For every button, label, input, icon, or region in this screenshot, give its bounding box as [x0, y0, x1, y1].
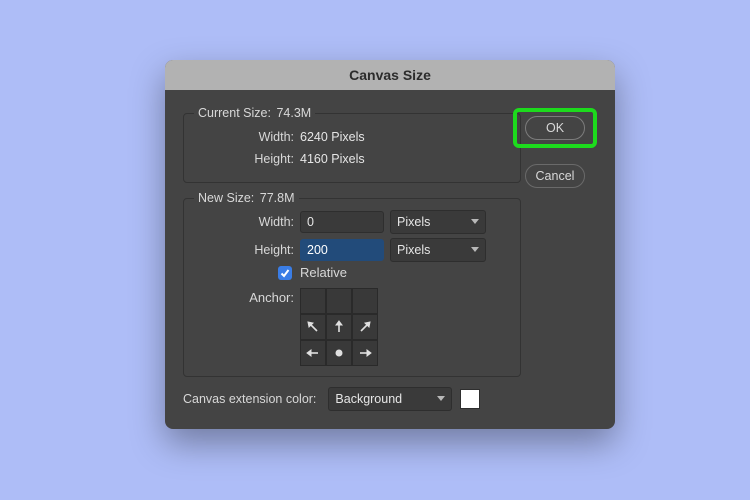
canvas-size-dialog: Canvas Size OK Cancel Current Size: 74.3…	[165, 60, 615, 429]
dialog-title: Canvas Size	[165, 60, 615, 90]
new-width-label: Width:	[194, 215, 300, 229]
anchor-cell-e[interactable]	[352, 340, 378, 366]
current-size-fieldset: Current Size: 74.3M Width: 6240 Pixels H…	[183, 106, 521, 183]
anchor-grid[interactable]	[300, 288, 376, 364]
anchor-cell[interactable]	[326, 288, 352, 314]
anchor-cell[interactable]	[300, 288, 326, 314]
extension-color-select[interactable]: Background	[328, 387, 452, 411]
current-size-legend: Current Size: 74.3M	[194, 106, 315, 120]
current-width-label: Width:	[194, 130, 300, 144]
ok-button[interactable]: OK	[525, 116, 585, 140]
anchor-cell-n[interactable]	[326, 314, 352, 340]
relative-checkbox[interactable]	[278, 266, 292, 280]
chevron-down-icon	[471, 219, 479, 224]
current-width-value: 6240 Pixels	[300, 130, 365, 144]
anchor-cell[interactable]	[352, 288, 378, 314]
anchor-label: Anchor:	[194, 288, 300, 305]
chevron-down-icon	[437, 396, 445, 401]
anchor-cell-center[interactable]	[326, 340, 352, 366]
extension-color-label: Canvas extension color:	[183, 392, 322, 406]
new-width-input[interactable]	[300, 211, 384, 233]
current-height-value: 4160 Pixels	[300, 152, 365, 166]
new-width-unit-select[interactable]: Pixels	[390, 210, 486, 234]
new-height-label: Height:	[194, 243, 300, 257]
current-height-label: Height:	[194, 152, 300, 166]
new-height-input[interactable]	[300, 239, 384, 261]
dialog-body: OK Cancel Current Size: 74.3M Width: 624…	[165, 90, 615, 429]
ok-highlight: OK	[513, 108, 597, 148]
new-size-legend: New Size: 77.8M	[194, 191, 299, 205]
extension-color-row: Canvas extension color: Background	[183, 387, 597, 411]
relative-label: Relative	[300, 265, 347, 280]
anchor-cell-nw[interactable]	[300, 314, 326, 340]
cancel-button[interactable]: Cancel	[525, 164, 585, 188]
chevron-down-icon	[471, 247, 479, 252]
anchor-cell-w[interactable]	[300, 340, 326, 366]
dialog-buttons: OK Cancel	[513, 108, 597, 188]
new-height-unit-select[interactable]: Pixels	[390, 238, 486, 262]
anchor-cell-ne[interactable]	[352, 314, 378, 340]
new-size-fieldset: New Size: 77.8M Width: Pixels Height: Pi…	[183, 191, 521, 377]
extension-color-swatch[interactable]	[460, 389, 480, 409]
